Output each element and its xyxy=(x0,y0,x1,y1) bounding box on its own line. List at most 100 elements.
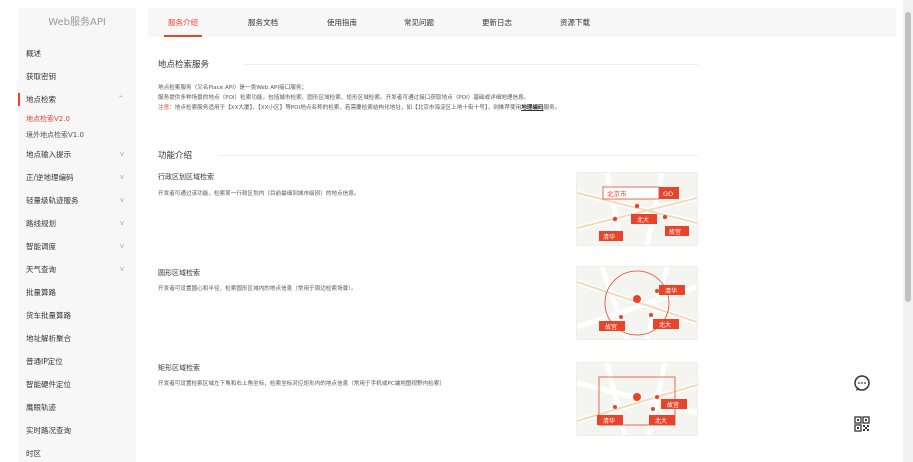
sidebar-item-label: 正/逆地理编码 xyxy=(26,173,74,182)
map-pin-icon xyxy=(619,315,623,319)
sidebar-subitem-place-search-v2[interactable]: 地点检索V2.0 xyxy=(18,111,136,127)
sidebar-item-label: 实时路况查询 xyxy=(26,426,71,435)
note-text: 地点检索服务适用于【XX大厦】、【XX小区】等POI地点名称的检索，若需要检索结… xyxy=(174,105,522,111)
intro-paragraph-2: 服务提供多种场景的地点（POI）检索功能，包括城市检索、圆形区域检索、矩形区域检… xyxy=(158,95,530,101)
feature-desc-circle-search: 开发者可设置圆心和半径，检索圆形区域内的地点信息（常用于周边检索场景）。 xyxy=(158,286,357,292)
feature-desc-district-search: 开发者可通过该功能，检索某一行政区划内（目前最细到城市级别）的地点信息。 xyxy=(158,191,360,197)
sidebar-item-input-tips[interactable]: 地点输入提示 v xyxy=(18,143,136,166)
features-divider xyxy=(218,155,698,156)
features-title: 功能介绍 xyxy=(158,151,193,161)
map-go-text: GO xyxy=(663,190,673,198)
sidebar-item-eagle-eye[interactable]: 鹰眼轨迹 xyxy=(18,396,136,419)
feature-title-district-search: 行政区划区域检索 xyxy=(158,173,214,181)
tab-usage-guide[interactable]: 使用指南 xyxy=(327,8,357,37)
sidebar-item-ip-location[interactable]: 普通IP定位 xyxy=(18,350,136,373)
sidebar-item-address-aggregate[interactable]: 地址解析聚合 xyxy=(18,327,136,350)
tab-service-docs[interactable]: 服务文档 xyxy=(248,8,278,37)
feature-desc-rect-search: 开发者可设置检索区域左下角和右上角坐标，检索坐标对应矩形内的地点信息（常用于手机… xyxy=(158,381,445,387)
map-pin-icon xyxy=(655,395,659,399)
chevron-down-icon: v xyxy=(119,265,124,273)
page-title: 地点检索服务 xyxy=(158,60,210,70)
chevron-down-icon: v xyxy=(119,173,124,181)
sidebar-item-label: 时区 xyxy=(26,449,41,458)
pin-label-gugong: 故宫 xyxy=(667,401,679,409)
feature-title-circle-search: 圆形区域检索 xyxy=(158,269,200,277)
sidebar-item-weather[interactable]: 天气查询 v xyxy=(18,258,136,281)
qr-code-button[interactable] xyxy=(852,414,872,434)
map-pin-icon xyxy=(649,313,653,317)
chevron-down-icon: v xyxy=(119,242,124,250)
intro-paragraph-1: 地点检索服务（又名Place API）是一类Web API接口服务； xyxy=(158,85,308,91)
sidebar-subitem-overseas-place-search[interactable]: 境外地点检索V1.0 xyxy=(18,127,136,143)
sidebar-item-label: 天气查询 xyxy=(26,265,56,274)
sidebar-item-label: 轻量级轨迹服务 xyxy=(26,196,79,205)
rect-search-illustration: 故宫 清华 北大 xyxy=(576,362,698,436)
geocoding-link[interactable]: 地理编码 xyxy=(521,105,543,111)
qr-code-icon xyxy=(854,416,870,432)
sidebar-item-label: 普通IP定位 xyxy=(26,357,63,366)
sidebar-item-hardware-location[interactable]: 智能硬件定位 xyxy=(18,373,136,396)
chevron-up-icon: ^ xyxy=(118,95,124,103)
sidebar-title: Web服务API xyxy=(48,17,106,28)
title-divider xyxy=(244,64,698,65)
sidebar-item-route-planning[interactable]: 路线规划 v xyxy=(18,212,136,235)
map-illustration: 故宫 清华 北大 xyxy=(577,363,697,435)
sidebar-item-track-service[interactable]: 轻量级轨迹服务 v xyxy=(18,189,136,212)
sidebar-item-label: 地点检索 xyxy=(26,95,56,104)
sidebar-item-timezone[interactable]: 时区 xyxy=(18,442,136,462)
sidebar-item-label: 地址解析聚合 xyxy=(26,334,71,343)
pin-label-qinghua: 清华 xyxy=(603,417,615,425)
tab-faq[interactable]: 常见问题 xyxy=(404,8,434,37)
sidebar-item-truck-batch-route[interactable]: 货车批量算路 xyxy=(18,304,136,327)
pin-label-beida: 北大 xyxy=(659,321,671,329)
tab-changelog[interactable]: 更新日志 xyxy=(482,8,512,37)
map-pin-icon xyxy=(634,203,640,209)
pin-label-beida: 北大 xyxy=(655,417,667,425)
sidebar-item-batch-route[interactable]: 批量算路 xyxy=(18,281,136,304)
map-pin-icon xyxy=(633,393,641,401)
map-pin-icon xyxy=(651,407,655,411)
pin-label-beida: 北大 xyxy=(637,216,649,224)
map-illustration: 北京市 GO 北大 清华 故宫 xyxy=(577,173,697,245)
sidebar-item-overview[interactable]: 概述 xyxy=(18,42,136,65)
note-tail: 服务。 xyxy=(543,105,561,111)
top-tab-bar: 服务介绍 服务文档 使用指南 常见问题 更新日志 资源下载 xyxy=(148,8,896,37)
pin-label-qinghua: 清华 xyxy=(603,233,615,241)
pin-label-gugong: 故宫 xyxy=(669,228,681,236)
circle-search-illustration: 清华 故宫 北大 xyxy=(576,266,698,340)
map-pin-icon xyxy=(633,295,641,303)
district-search-illustration: 北京市 GO 北大 清华 故宫 xyxy=(576,172,698,246)
sidebar-item-traffic[interactable]: 实时路况查询 xyxy=(18,419,136,442)
sidebar-item-label: 批量算路 xyxy=(26,288,56,297)
note-label: 注意： xyxy=(158,105,175,111)
tab-downloads[interactable]: 资源下载 xyxy=(560,8,590,37)
pin-label-gugong: 故宫 xyxy=(605,323,617,331)
main-content: 地点检索服务 地点检索服务（又名Place API）是一类Web API接口服务… xyxy=(158,52,878,462)
sidebar-item-get-key[interactable]: 获取密钥 xyxy=(18,65,136,88)
sidebar-item-geocoding[interactable]: 正/逆地理编码 v xyxy=(18,166,136,189)
page-scrollbar[interactable] xyxy=(903,0,913,462)
sidebar-item-place-search[interactable]: 地点检索 ^ xyxy=(18,88,136,111)
chat-bubble-icon xyxy=(854,375,870,391)
sidebar-item-label: 获取密钥 xyxy=(26,72,56,81)
sidebar-item-label: 鹰眼轨迹 xyxy=(26,403,56,412)
sidebar-item-label: 货车批量算路 xyxy=(26,311,71,320)
chevron-down-icon: v xyxy=(119,150,124,158)
sidebar-nav: Web服务API 概述 获取密钥 地点检索 ^ 地点检索V2.0 境外地点检索V… xyxy=(18,8,136,462)
tab-service-intro[interactable]: 服务介绍 xyxy=(164,8,202,37)
map-pin-icon xyxy=(655,289,659,293)
map-pin-icon xyxy=(612,216,618,222)
sidebar-item-label: 智能调度 xyxy=(26,242,56,251)
sidebar-item-label: 智能硬件定位 xyxy=(26,380,71,389)
scrollbar-thumb[interactable] xyxy=(905,12,911,302)
sidebar-item-smart-dispatch[interactable]: 智能调度 v xyxy=(18,235,136,258)
note-paragraph: 注意：地点检索服务适用于【XX大厦】、【XX小区】等POI地点名称的检索，若需要… xyxy=(158,104,688,114)
chat-button[interactable] xyxy=(852,373,872,393)
map-search-text: 北京市 xyxy=(607,189,627,198)
map-pin-icon xyxy=(662,214,668,220)
sidebar-item-label: 概述 xyxy=(26,49,41,58)
feature-title-rect-search: 矩形区域检索 xyxy=(158,364,200,372)
sidebar-item-label: 路线规划 xyxy=(26,219,56,228)
sidebar-item-label: 地点输入提示 xyxy=(26,150,71,159)
map-illustration: 清华 故宫 北大 xyxy=(577,267,697,339)
